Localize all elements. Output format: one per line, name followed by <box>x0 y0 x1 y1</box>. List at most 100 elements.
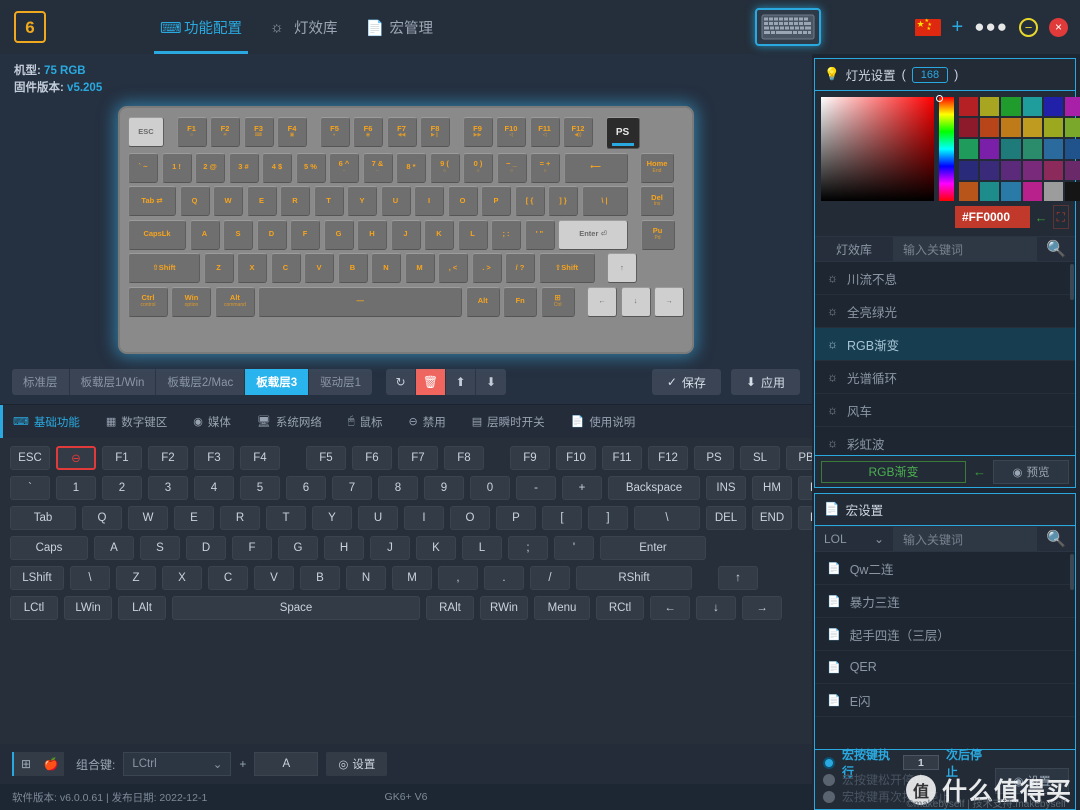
color-swatch-23[interactable] <box>1065 160 1080 180</box>
preview-key-0-1[interactable]: F1 ☼ <box>176 117 207 147</box>
color-swatch-18[interactable] <box>959 160 979 180</box>
grid-key-2-10[interactable]: P <box>496 506 536 530</box>
grid-key-1-3[interactable]: 3 <box>148 476 188 500</box>
preview-key-3-9[interactable]: L <box>457 219 488 250</box>
grid-key-0-14[interactable]: PS <box>694 446 734 470</box>
combo-settings-button[interactable]: ◎ 设置 <box>326 752 388 776</box>
device-thumbnail[interactable] <box>755 8 821 46</box>
grid-key-1-1[interactable]: 1 <box>56 476 96 500</box>
windows-icon[interactable]: ⊞ <box>12 752 38 776</box>
grid-key-4-4[interactable]: C <box>208 566 248 590</box>
grid-key-4-0[interactable]: LShift <box>10 566 64 590</box>
grid-key-2-7[interactable]: U <box>358 506 398 530</box>
hue-handle[interactable] <box>936 95 943 102</box>
color-swatch-13[interactable] <box>980 139 1000 159</box>
close-button[interactable]: × <box>1049 17 1068 37</box>
preview-key-1-1[interactable]: 1 ! <box>161 152 192 183</box>
preview-key-1-2[interactable]: 2 @ <box>195 152 225 183</box>
preview-key-3-0[interactable]: CapsLk <box>128 219 186 250</box>
china-flag-icon[interactable]: ★ ★ ★ ★ <box>914 18 941 36</box>
preview-key-5-9[interactable]: → <box>654 286 685 317</box>
preview-key-3-11[interactable]: ' " <box>524 219 555 250</box>
preview-key-4-12[interactable]: ↑ <box>607 253 637 283</box>
preview-key-1-0[interactable]: ` ~ <box>128 152 158 183</box>
search-icon[interactable]: 🔍 <box>1037 527 1075 551</box>
grid-key-5-9[interactable]: ↓ <box>696 596 736 620</box>
preview-key-4-11[interactable]: ⇧Shift <box>538 253 595 283</box>
preview-key-5-2[interactable]: Alt command <box>214 286 255 317</box>
grid-key-4-11[interactable]: / <box>530 566 570 590</box>
grid-key-3-10[interactable]: ; <box>508 536 548 560</box>
grid-key-5-0[interactable]: LCtl <box>10 596 58 620</box>
effect-item-0[interactable]: ☼ 川流不息 <box>815 262 1075 295</box>
grid-key-0-3[interactable]: F2 <box>148 446 188 470</box>
preview-key-5-0[interactable]: Ctrl control <box>128 286 168 317</box>
macro-category-select[interactable]: LOL ⌄ <box>815 527 893 551</box>
grid-key-2-5[interactable]: T <box>266 506 306 530</box>
preview-key-2-5[interactable]: T <box>313 186 344 216</box>
grid-key-5-2[interactable]: LAlt <box>118 596 166 620</box>
grid-key-2-9[interactable]: O <box>450 506 490 530</box>
grid-key-0-15[interactable]: SL <box>740 446 780 470</box>
preview-key-3-8[interactable]: K <box>424 219 454 250</box>
effect-item-2[interactable]: ☼ RGB渐变 <box>815 328 1075 361</box>
grid-key-2-0[interactable]: Tab <box>10 506 76 530</box>
apple-icon[interactable]: 🍎 <box>38 752 64 776</box>
preview-key-1-12[interactable]: = + ○ <box>530 152 560 183</box>
preview-key-0-8[interactable]: F8 ▶❙ <box>420 117 450 147</box>
combo-key-value[interactable]: A <box>254 752 319 776</box>
preview-key-2-3[interactable]: E <box>246 186 277 216</box>
grid-key-2-14[interactable]: DEL <box>706 506 746 530</box>
grid-key-4-13[interactable]: ↑ <box>718 566 758 590</box>
macro-settings-button[interactable]: ◉ 设置 <box>995 768 1069 794</box>
grid-key-3-2[interactable]: S <box>140 536 180 560</box>
color-swatch-10[interactable] <box>1043 118 1064 138</box>
grid-key-1-4[interactable]: 4 <box>194 476 234 500</box>
preview-key-0-0[interactable]: ESC <box>128 117 164 147</box>
grid-key-0-6[interactable]: F5 <box>306 446 346 470</box>
preview-key-5-3[interactable]: — <box>258 286 463 317</box>
layer-tab-4[interactable]: 驱动层1 <box>309 369 373 395</box>
grid-key-3-0[interactable]: Caps <box>10 536 88 560</box>
grid-key-0-13[interactable]: F12 <box>648 446 688 470</box>
grid-key-4-7[interactable]: N <box>346 566 386 590</box>
grid-key-0-11[interactable]: F10 <box>556 446 596 470</box>
add-device-button[interactable]: + <box>952 16 964 39</box>
color-swatch-15[interactable] <box>1022 139 1042 159</box>
color-swatch-17[interactable] <box>1065 139 1080 159</box>
func-tab-0[interactable]: ⌨ 基础功能 <box>0 405 93 438</box>
grid-key-2-1[interactable]: Q <box>82 506 122 530</box>
radio-dot[interactable] <box>823 773 835 786</box>
grid-key-2-15[interactable]: END <box>752 506 792 530</box>
preview-key-0-13[interactable]: PS <box>605 117 640 149</box>
grid-key-0-9[interactable]: F8 <box>444 446 484 470</box>
nav-tab-0[interactable]: ⌨ 功能配置 <box>146 0 256 54</box>
grid-key-0-5[interactable]: F4 <box>240 446 280 470</box>
func-tab-4[interactable]: 🖱 鼠标 <box>335 405 396 438</box>
macro-item-1[interactable]: 📄 暴力三连 <box>815 585 1075 618</box>
color-swatch-22[interactable] <box>1043 160 1064 180</box>
preview-key-2-6[interactable]: Y <box>347 186 377 216</box>
color-swatch-5[interactable] <box>1065 97 1080 117</box>
modifier-select[interactable]: LCtrl ⌄ <box>123 752 232 776</box>
preview-key-2-0[interactable]: Tab ⇄ <box>128 186 176 216</box>
preview-key-2-1[interactable]: Q <box>179 186 210 216</box>
preview-key-3-13[interactable]: Pu Pd <box>640 219 675 250</box>
color-swatch-12[interactable] <box>959 139 979 159</box>
grid-key-0-1[interactable]: ⊖ <box>56 446 96 470</box>
preview-button[interactable]: ◉ 预览 <box>993 459 1069 484</box>
apply-effect-button[interactable]: RGB渐变 <box>821 460 966 483</box>
preview-key-4-2[interactable]: X <box>237 253 267 283</box>
color-swatch-1[interactable] <box>980 97 1000 117</box>
preview-key-1-11[interactable]: − _ ○ <box>496 152 527 183</box>
effect-list-scrollbar[interactable] <box>1070 264 1074 300</box>
grid-key-1-15[interactable]: HM <box>752 476 792 500</box>
effect-item-3[interactable]: ☼ 光谱循环 <box>815 361 1075 394</box>
preview-key-1-14[interactable]: Home End <box>640 152 674 183</box>
grid-key-2-4[interactable]: R <box>220 506 260 530</box>
grid-key-5-4[interactable]: RAlt <box>426 596 474 620</box>
macro-list[interactable]: 📄 Qw二连 📄 暴力三连 📄 起手四连（三层） 📄 QER 📄 E闪 <box>815 552 1075 749</box>
grid-key-5-6[interactable]: Menu <box>534 596 590 620</box>
preview-key-5-4[interactable]: Alt <box>465 286 500 317</box>
grid-key-1-9[interactable]: 9 <box>424 476 464 500</box>
